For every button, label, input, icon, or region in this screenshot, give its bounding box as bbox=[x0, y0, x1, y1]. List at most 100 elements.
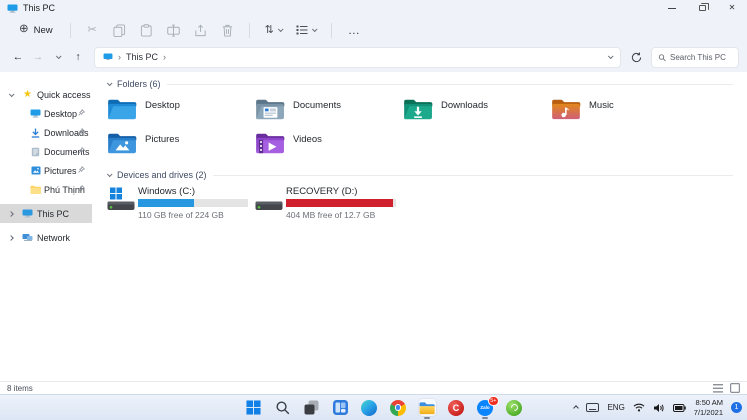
titlebar: This PC ✕ bbox=[0, 0, 747, 16]
item-count: 8 items bbox=[7, 384, 33, 393]
folder-tile-desktop[interactable]: Desktop bbox=[107, 97, 255, 124]
new-button-label: New bbox=[34, 25, 53, 36]
sidebar-item-pictures[interactable]: Pictures bbox=[0, 161, 92, 180]
maximize-button[interactable] bbox=[687, 0, 717, 16]
sort-icon: ⇅ bbox=[265, 25, 274, 36]
folders-section-header[interactable]: Folders (6) bbox=[107, 79, 747, 89]
documents-icon bbox=[30, 146, 41, 157]
wifi-icon[interactable] bbox=[633, 403, 645, 412]
sidebar-item-this-pc[interactable]: This PC bbox=[0, 204, 92, 223]
window-controls: ✕ bbox=[657, 0, 747, 16]
chevron-down-icon bbox=[107, 80, 113, 86]
up-button[interactable]: ↑ bbox=[68, 47, 88, 67]
sort-button[interactable]: ⇅ bbox=[258, 21, 289, 40]
capacity-bar-fill bbox=[286, 199, 393, 207]
hidden-icons-button[interactable] bbox=[574, 405, 580, 411]
zalo-button[interactable]: Zalo 5+ bbox=[477, 399, 494, 416]
touch-keyboard-icon[interactable] bbox=[586, 403, 599, 412]
address-dropdown-icon[interactable] bbox=[608, 53, 614, 59]
downloads-folder-icon bbox=[403, 97, 433, 121]
sidebar-item-label: Network bbox=[37, 233, 70, 243]
recent-locations-button bbox=[48, 47, 68, 67]
drive-tile-windows-c[interactable]: Windows (C:) 110 GB free of 224 GB bbox=[107, 186, 255, 220]
breadcrumb-this-pc[interactable]: This PC bbox=[126, 52, 158, 62]
desktop-icon bbox=[30, 108, 41, 119]
breadcrumb-separator: › bbox=[163, 52, 166, 62]
desktop-folder-icon bbox=[107, 97, 137, 121]
sidebar-item-quick-access[interactable]: ★ Quick access bbox=[0, 85, 92, 104]
sidebar-item-label: Pictures bbox=[44, 166, 77, 176]
clock[interactable]: 8:50 AM 7/1/2021 bbox=[694, 398, 723, 418]
restore-icon bbox=[699, 5, 706, 11]
sidebar-item-desktop[interactable]: Desktop bbox=[0, 104, 92, 123]
folders-grid: Desktop bbox=[107, 97, 747, 158]
volume-icon[interactable] bbox=[653, 403, 665, 413]
folder-tile-pictures[interactable]: Pictures bbox=[107, 131, 255, 158]
folder-label: Desktop bbox=[145, 100, 180, 124]
drives-section-header[interactable]: Devices and drives (2) bbox=[107, 170, 747, 180]
view-button[interactable] bbox=[289, 21, 323, 39]
task-view-button[interactable] bbox=[303, 399, 320, 416]
chevron-right-icon[interactable] bbox=[8, 211, 14, 217]
sidebar-item-downloads[interactable]: Downloads bbox=[0, 123, 92, 142]
large-icons-view-icon[interactable] bbox=[730, 383, 740, 393]
start-button[interactable] bbox=[245, 399, 262, 416]
notification-badge[interactable]: 1 bbox=[731, 402, 742, 413]
navigation-pane: ★ Quick access Desktop Down bbox=[0, 72, 92, 381]
share-button bbox=[187, 19, 214, 41]
details-view-icon[interactable] bbox=[713, 384, 723, 393]
address-bar[interactable]: › This PC › bbox=[94, 47, 621, 68]
chrome-button[interactable] bbox=[390, 399, 407, 416]
close-icon: ✕ bbox=[729, 4, 736, 12]
pin-icon bbox=[78, 109, 85, 116]
taskbar-center: C Zalo 5+ bbox=[245, 395, 523, 420]
file-explorer-button[interactable] bbox=[419, 399, 436, 416]
drive-tile-recovery-d[interactable]: RECOVERY (D:) 404 MB free of 12.7 GB bbox=[255, 186, 403, 220]
search-input[interactable] bbox=[670, 53, 732, 62]
sidebar-item-phu-thinh[interactable]: Phú Thịnh bbox=[0, 180, 92, 199]
language-indicator[interactable]: ENG bbox=[607, 403, 624, 412]
widgets-icon bbox=[333, 400, 348, 415]
refresh-button[interactable] bbox=[626, 47, 646, 67]
capacity-bar bbox=[138, 199, 248, 207]
more-options-button[interactable]: … bbox=[340, 23, 369, 37]
folder-tile-documents[interactable]: Documents bbox=[255, 97, 403, 124]
folder-tile-videos[interactable]: Videos bbox=[255, 131, 403, 158]
chrome-icon bbox=[390, 400, 406, 416]
view-icon bbox=[296, 25, 308, 35]
file-explorer-window: This PC ✕ ⊕ New ✂ bbox=[0, 0, 747, 394]
sidebar-item-network[interactable]: Network bbox=[0, 228, 92, 247]
sidebar-item-documents[interactable]: Documents bbox=[0, 142, 92, 161]
widgets-button[interactable] bbox=[332, 399, 349, 416]
edge-button[interactable] bbox=[361, 399, 378, 416]
search-icon bbox=[275, 400, 290, 415]
folder-tile-music[interactable]: Music bbox=[551, 97, 699, 124]
green-app-button[interactable] bbox=[506, 399, 523, 416]
green-app-icon bbox=[506, 400, 522, 416]
taskbar: C Zalo 5+ ENG bbox=[0, 394, 747, 420]
cut-button: ✂ bbox=[79, 19, 106, 41]
capacity-bar-fill bbox=[138, 199, 194, 207]
chevron-down-icon[interactable] bbox=[9, 91, 15, 97]
sidebar-item-label: This PC bbox=[37, 209, 69, 219]
battery-icon[interactable] bbox=[673, 404, 686, 412]
taskbar-search-button[interactable] bbox=[274, 399, 291, 416]
documents-folder-icon bbox=[255, 97, 285, 121]
chevron-right-icon[interactable] bbox=[8, 235, 14, 241]
folder-label: Documents bbox=[293, 100, 341, 124]
back-button[interactable]: ← bbox=[8, 47, 28, 67]
task-view-icon bbox=[304, 400, 319, 415]
folder-label: Pictures bbox=[145, 134, 179, 158]
chevron-down-icon bbox=[278, 26, 284, 32]
drive-info: RECOVERY (D:) 404 MB free of 12.7 GB bbox=[286, 186, 396, 220]
minimize-button[interactable] bbox=[657, 0, 687, 16]
ccleaner-button[interactable]: C bbox=[448, 399, 465, 416]
pin-icon bbox=[78, 185, 85, 192]
network-icon bbox=[22, 232, 33, 243]
close-button[interactable]: ✕ bbox=[717, 0, 747, 16]
folder-tile-downloads[interactable]: Downloads bbox=[403, 97, 551, 124]
drive-free-space: 110 GB free of 224 GB bbox=[138, 210, 248, 220]
toolbar-divider bbox=[249, 23, 250, 38]
folders-section-title: Folders (6) bbox=[117, 79, 161, 89]
new-button[interactable]: ⊕ New bbox=[10, 20, 62, 40]
